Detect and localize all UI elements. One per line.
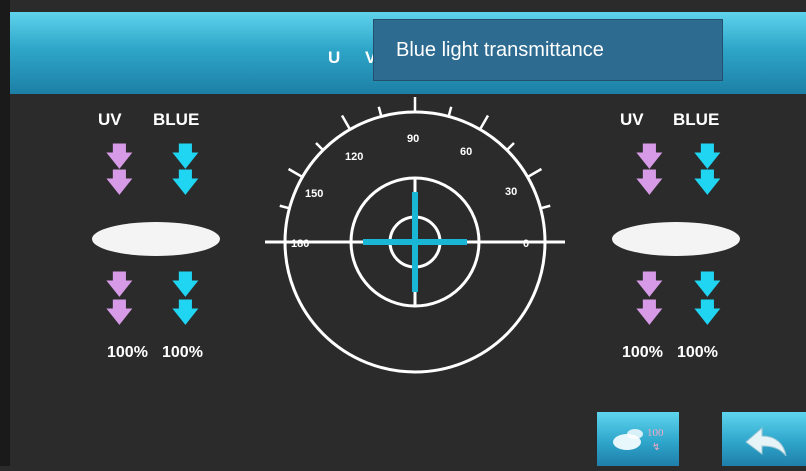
right-blue-arrow-top-1-icon: 🡇 bbox=[694, 141, 721, 171]
protractor-tick bbox=[287, 167, 304, 179]
left-uv-arrow-bottom-1-icon: 🡇 bbox=[106, 269, 133, 299]
right-uv-percent: 100% bbox=[622, 344, 663, 361]
right-blue-label: BLUE bbox=[673, 110, 720, 129]
screen-frame-edge bbox=[0, 0, 10, 466]
left-uv-arrow-bottom-2-icon: 🡇 bbox=[106, 297, 133, 327]
protractor-tick bbox=[377, 106, 383, 117]
right-blue-percent: 100% bbox=[677, 344, 718, 361]
angle-label-0: 0 bbox=[523, 238, 529, 250]
right-lens-icon bbox=[612, 222, 740, 256]
right-blue-arrow-top-2-icon: 🡇 bbox=[694, 167, 721, 197]
right-uv-arrow-top-2-icon: 🡇 bbox=[636, 167, 663, 197]
angle-label-30: 30 bbox=[505, 186, 517, 198]
reset-badge-label: 100 bbox=[647, 427, 664, 439]
left-uv-arrow-top-2-icon: 🡇 bbox=[106, 167, 133, 197]
left-blue-percent: 100% bbox=[162, 344, 203, 361]
left-blue-arrow-bottom-2-icon: 🡇 bbox=[172, 297, 199, 327]
protractor-tick bbox=[279, 204, 290, 210]
angle-label-150: 150 bbox=[305, 188, 323, 200]
lens-reset-icon: 100 ↯ bbox=[613, 427, 664, 453]
left-blue-arrow-top-2-icon: 🡇 bbox=[172, 167, 199, 197]
protractor-tick bbox=[340, 114, 352, 131]
reset-100-button[interactable]: 100 ↯ bbox=[597, 412, 679, 466]
left-blue-arrow-bottom-1-icon: 🡇 bbox=[172, 269, 199, 299]
title-overlay-box: Blue light transmittance bbox=[373, 19, 723, 81]
left-uv-arrow-top-1-icon: 🡇 bbox=[106, 141, 133, 171]
angle-label-120: 120 bbox=[345, 151, 363, 163]
reset-badge-symbol: ↯ bbox=[652, 442, 660, 453]
right-uv-arrow-top-1-icon: 🡇 bbox=[636, 141, 663, 171]
left-transmittance-panel: UV BLUE 🡇 🡇 🡇 🡇 🡇 🡇 🡇 🡇 100% 100% bbox=[84, 110, 264, 370]
left-uv-percent: 100% bbox=[107, 344, 148, 361]
left-uv-label: UV bbox=[98, 110, 122, 129]
left-blue-label: BLUE bbox=[153, 110, 200, 129]
right-transmittance-panel: UV BLUE 🡇 🡇 🡇 🡇 🡇 🡇 🡇 🡇 100% 100% bbox=[604, 110, 784, 370]
protractor-tick bbox=[526, 167, 543, 179]
right-blue-arrow-bottom-2-icon: 🡇 bbox=[694, 297, 721, 327]
right-uv-arrow-bottom-2-icon: 🡇 bbox=[636, 297, 663, 327]
title-overlay-text: Blue light transmittance bbox=[396, 38, 604, 61]
back-arrow-icon bbox=[745, 426, 787, 457]
left-lens-icon bbox=[92, 222, 220, 256]
protractor-tick bbox=[315, 142, 324, 151]
right-uv-arrow-bottom-1-icon: 🡇 bbox=[636, 269, 663, 299]
protractor-tick bbox=[478, 114, 490, 131]
axis-protractor-gauge: 90 120 60 150 30 180 0 bbox=[265, 97, 565, 374]
right-blue-arrow-bottom-1-icon: 🡇 bbox=[694, 269, 721, 299]
protractor-tick bbox=[506, 142, 515, 151]
protractor-tick bbox=[447, 106, 453, 117]
left-blue-arrow-top-1-icon: 🡇 bbox=[172, 141, 199, 171]
back-button[interactable] bbox=[722, 412, 806, 466]
angle-label-180: 180 bbox=[291, 238, 309, 250]
angle-label-90: 90 bbox=[407, 133, 419, 145]
right-uv-label: UV bbox=[620, 110, 644, 129]
angle-label-60: 60 bbox=[460, 146, 472, 158]
